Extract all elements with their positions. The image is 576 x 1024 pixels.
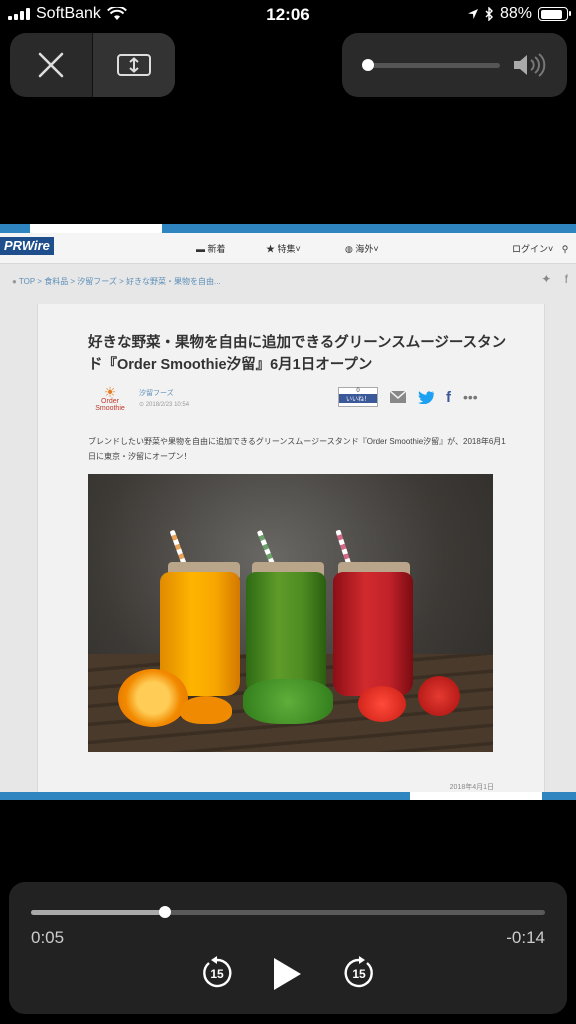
mail-icon bbox=[390, 391, 406, 403]
newspaper-icon: ▬ bbox=[196, 244, 205, 254]
battery-icon bbox=[538, 7, 571, 21]
globe-icon: ◍ bbox=[345, 244, 353, 254]
article-card: 好きな野菜・果物を自由に追加できるグリーンスムージースタンド『Order Smo… bbox=[37, 304, 545, 794]
location-icon bbox=[467, 9, 478, 19]
video-bottom-stripe bbox=[0, 792, 576, 800]
brand-logo: ☀ Order Smoothie bbox=[90, 385, 130, 412]
video-top-stripe bbox=[0, 224, 576, 233]
progress-knob[interactable] bbox=[158, 906, 171, 918]
more-icon: ••• bbox=[463, 389, 478, 405]
speaker-icon bbox=[514, 53, 546, 77]
orange-slice bbox=[118, 669, 188, 727]
share-row: 0 いいね！ f ••• bbox=[338, 387, 478, 407]
skip-back-label: 15 bbox=[210, 967, 224, 981]
red-jar bbox=[333, 572, 413, 696]
breadcrumb-text: TOP > 食料品 > 汐留フーズ > 好きな野菜・果物を自由... bbox=[18, 277, 221, 286]
brand-name: 汐留フーズ bbox=[139, 390, 174, 397]
footer-date: 2018年4月1日 bbox=[449, 784, 494, 791]
volume-slider[interactable] bbox=[368, 63, 500, 68]
like-label: いいね！ bbox=[339, 394, 377, 403]
volume-control bbox=[342, 33, 567, 97]
bluetooth-icon bbox=[485, 7, 493, 21]
article-title: 好きな野菜・果物を自由に追加できるグリーンスムージースタンド『Order Smo… bbox=[88, 335, 507, 373]
skip-forward-label: 15 bbox=[352, 967, 366, 981]
strawberry bbox=[418, 676, 460, 716]
play-button[interactable] bbox=[271, 956, 303, 992]
close-button[interactable] bbox=[10, 33, 92, 97]
skip-back-button[interactable]: 15 bbox=[200, 956, 234, 990]
progress-bar[interactable] bbox=[31, 906, 545, 918]
status-bar: SoftBank 12:06 88% bbox=[0, 0, 576, 32]
social-top: ✦ f bbox=[541, 272, 568, 286]
close-icon bbox=[38, 52, 64, 78]
brand-date: ⊙ 2018/2/23 10:54 bbox=[139, 402, 190, 408]
twitter-icon: ✦ bbox=[541, 272, 552, 286]
nav-feature: ★ 特集˅ bbox=[266, 244, 301, 254]
nav-new: ▬ 新着 bbox=[196, 242, 226, 255]
brand-date-text: 2018/2/23 10:54 bbox=[145, 402, 190, 408]
greens bbox=[243, 679, 333, 724]
battery-fill bbox=[540, 9, 563, 19]
volume-knob[interactable] bbox=[362, 59, 374, 71]
like-button: 0 いいね！ bbox=[338, 387, 378, 407]
login-label: ログイン bbox=[512, 244, 549, 254]
smoothie-photo bbox=[88, 474, 493, 752]
twitter-icon bbox=[418, 390, 434, 404]
site-header: PRWire ▬ 新着 ★ 特集˅ ◍ 海外˅ ログイン˅ ⚲ bbox=[0, 233, 576, 264]
search-icon: ⚲ bbox=[561, 244, 569, 254]
progress-played bbox=[31, 910, 165, 915]
player-controls: 0:05 -0:14 15 15 bbox=[9, 882, 567, 1014]
pin-icon: ● bbox=[12, 277, 17, 286]
time-remaining: -0:14 bbox=[506, 928, 545, 947]
nav-new-label: 新着 bbox=[207, 244, 226, 254]
battery-percent: 88% bbox=[499, 5, 532, 22]
status-right: 88% bbox=[467, 5, 571, 23]
star-icon: ★ bbox=[266, 244, 276, 254]
brand-logo-text: Order Smoothie bbox=[95, 398, 125, 412]
video-frame[interactable]: PRWire ▬ 新着 ★ 特集˅ ◍ 海外˅ ログイン˅ ⚲ ● TOP > … bbox=[0, 224, 576, 800]
nav-feature-label: 特集 bbox=[277, 244, 296, 254]
facebook-icon: f bbox=[446, 388, 451, 406]
time-elapsed: 0:05 bbox=[31, 928, 65, 947]
breadcrumb: ● TOP > 食料品 > 汐留フーズ > 好きな野菜・果物を自由... bbox=[12, 276, 221, 287]
resize-icon bbox=[117, 54, 151, 76]
nav-overseas-label: 海外 bbox=[355, 244, 374, 254]
skip-forward-button[interactable]: 15 bbox=[342, 956, 376, 990]
play-icon bbox=[274, 958, 301, 990]
strawberry bbox=[358, 686, 406, 722]
site-logo: PRWire bbox=[0, 237, 54, 255]
orange-half bbox=[180, 696, 232, 724]
top-left-controls bbox=[10, 33, 175, 97]
green-jar bbox=[246, 572, 326, 696]
nav-overseas: ◍ 海外˅ bbox=[345, 244, 379, 254]
facebook-icon: f bbox=[564, 272, 568, 286]
article-lead: ブレンドしたい野菜や果物を自由に追加できるグリーンスムージースタンド『Order… bbox=[88, 437, 506, 461]
resize-button[interactable] bbox=[92, 33, 175, 97]
login-link: ログイン˅ ⚲ bbox=[512, 244, 569, 254]
